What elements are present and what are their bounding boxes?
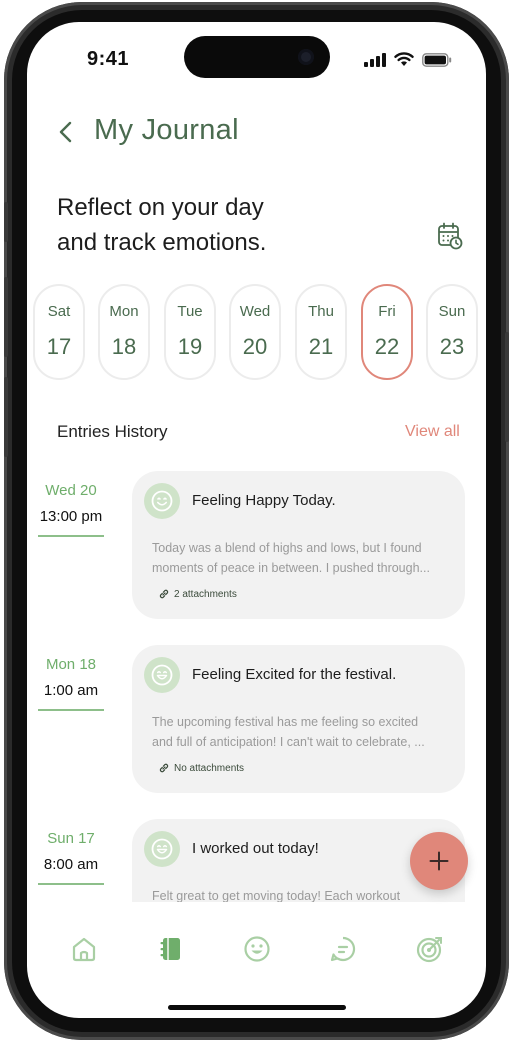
entry-card-2[interactable]: Feeling Excited for the festival. The up… — [132, 645, 465, 793]
reflect-heading: Reflect on your day and track emotions. — [57, 190, 357, 260]
entries-history-heading: Entries History — [57, 422, 168, 441]
entry-preview: The upcoming festival has me feeling so … — [152, 712, 452, 752]
wifi-icon — [394, 52, 414, 66]
day-name: Thu — [308, 303, 334, 320]
excited-face-icon — [144, 831, 180, 867]
attachments-label: 2 attachments — [174, 588, 237, 600]
add-entry-button[interactable] — [410, 832, 468, 890]
bottom-nav — [27, 934, 486, 970]
reflect-line-1: Reflect on your day — [57, 194, 264, 221]
entry-title: I worked out today! — [192, 840, 319, 857]
volume-up-button — [4, 277, 8, 357]
entry-time: 8:00 am — [43, 856, 99, 873]
entry-preview-line: moments of peace in between. I pushed th… — [152, 561, 430, 575]
dynamic-island — [184, 36, 330, 78]
day-pill-sat[interactable]: Sat 17 — [33, 284, 85, 380]
entry-underline — [38, 535, 104, 537]
entry-title: Feeling Excited for the festival. — [192, 666, 397, 683]
page-title: My Journal — [94, 114, 239, 146]
mood-icon[interactable] — [242, 934, 272, 964]
goals-icon[interactable] — [415, 934, 445, 964]
entry-preview-line: and full of anticipation! I can't wait t… — [152, 735, 425, 749]
status-time: 9:41 — [87, 48, 130, 70]
attachments-info[interactable]: No attachments — [158, 762, 244, 774]
attachments-label: No attachments — [174, 762, 245, 774]
entry-preview-line: Felt great to get moving today! Each wor… — [152, 889, 401, 902]
entry-title: Feeling Happy Today. — [192, 492, 336, 509]
happy-face-icon — [144, 483, 180, 519]
day-number: 19 — [177, 334, 203, 359]
back-arrow-icon[interactable] — [55, 118, 77, 146]
day-name: Wed — [239, 303, 271, 320]
day-name: Sun — [438, 303, 466, 320]
entry-preview: Felt great to get moving today! Each wor… — [152, 886, 452, 902]
day-number: 22 — [374, 334, 400, 359]
entry-time: 1:00 am — [43, 682, 99, 699]
link-icon — [159, 589, 169, 599]
day-pill-wed[interactable]: Wed 20 — [229, 284, 281, 380]
entry-date-1: Wed 20 13:00 pm — [38, 482, 104, 537]
attachments-info[interactable]: 2 attachments — [158, 588, 237, 600]
entry-preview: Today was a blend of highs and lows, but… — [152, 538, 452, 578]
view-all-link[interactable]: View all — [405, 423, 460, 441]
entry-time: 13:00 pm — [39, 508, 103, 525]
day-name: Tue — [177, 303, 203, 320]
calendar-clock-icon[interactable] — [437, 222, 463, 250]
home-indicator[interactable] — [168, 1005, 346, 1010]
silent-switch — [4, 202, 8, 242]
camera-icon — [298, 49, 314, 65]
entry-date-3: Sun 17 8:00 am — [38, 830, 104, 885]
day-selector: Sat 17 Mon 18 Tue 19 Wed 20 Thu 21 Fri 2… — [33, 284, 486, 382]
entry-underline — [38, 709, 104, 711]
day-pill-sun[interactable]: Sun 23 — [426, 284, 478, 380]
entry-card-1[interactable]: Feeling Happy Today. Today was a blend o… — [132, 471, 465, 619]
day-name: Sat — [47, 303, 71, 320]
cellular-signal-icon — [364, 52, 386, 67]
day-number: 23 — [439, 334, 465, 359]
day-pill-tue[interactable]: Tue 19 — [164, 284, 216, 380]
chat-icon[interactable] — [328, 934, 358, 964]
day-name: Mon — [109, 303, 139, 320]
plus-icon — [429, 851, 449, 871]
status-icons — [364, 52, 452, 67]
day-number: 18 — [111, 334, 137, 359]
entry-day: Sun 17 — [47, 830, 95, 847]
excited-face-icon — [144, 657, 180, 693]
day-number: 17 — [46, 334, 72, 359]
journal-icon[interactable] — [156, 934, 186, 964]
entry-day: Mon 18 — [45, 656, 97, 673]
day-pill-fri-selected[interactable]: Fri 22 — [361, 284, 413, 380]
volume-down-button — [4, 377, 8, 457]
entries-list[interactable]: Wed 20 13:00 pm Feeling Happy Today. Tod… — [27, 462, 486, 902]
entry-underline — [38, 883, 104, 885]
power-button — [505, 332, 509, 442]
day-pill-mon[interactable]: Mon 18 — [98, 284, 150, 380]
day-number: 20 — [242, 334, 268, 359]
day-number: 21 — [308, 334, 334, 359]
entry-day: Wed 20 — [45, 482, 97, 499]
reflect-line-2: and track emotions. — [57, 229, 267, 256]
home-icon[interactable] — [69, 934, 99, 964]
entry-date-2: Mon 18 1:00 am — [38, 656, 104, 711]
link-icon — [159, 763, 169, 773]
app-screen: 9:41 My Journal Reflect on your day and … — [27, 22, 486, 1018]
day-pill-thu[interactable]: Thu 21 — [295, 284, 347, 380]
battery-icon — [422, 52, 452, 67]
day-name: Fri — [378, 303, 396, 320]
entry-preview-line: Today was a blend of highs and lows, but… — [152, 541, 422, 555]
entry-preview-line: The upcoming festival has me feeling so … — [152, 715, 419, 729]
